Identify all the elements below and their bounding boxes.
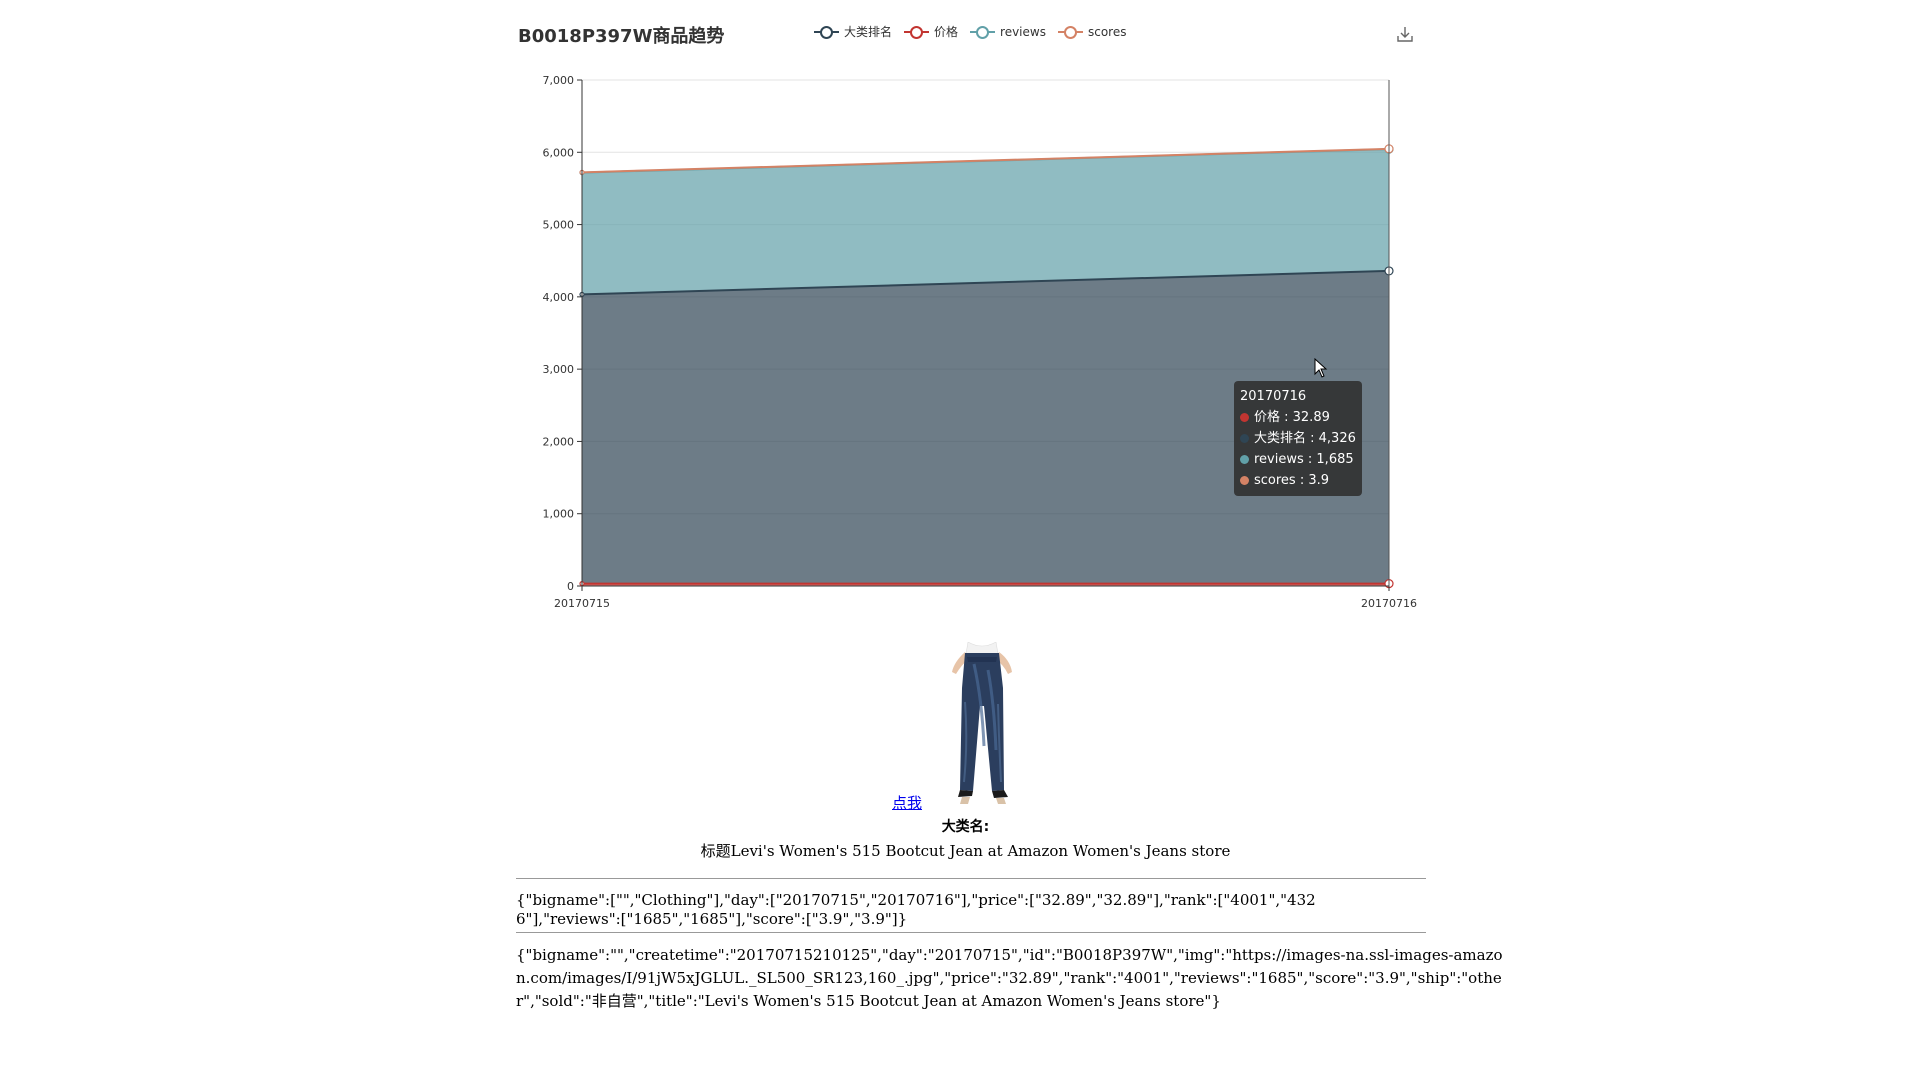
tooltip-row-rank: 大类排名 : 4,326 <box>1240 428 1356 449</box>
y-tick-label: 0 <box>567 580 574 593</box>
area-series-2 <box>582 149 1389 295</box>
tooltip-rank-dot-icon <box>1240 434 1249 443</box>
tooltip-scores-dot-icon <box>1240 476 1249 485</box>
category-label: 大类名: <box>941 819 990 835</box>
chart-plot-area: 0 1,000 2,000 3,000 4,000 5,000 6,000 7,000 2017… <box>543 74 1418 610</box>
tooltip-reviews-dot-icon <box>1240 455 1249 464</box>
tooltip-row-reviews: reviews : 1,685 <box>1240 449 1356 470</box>
tooltip-row-scores: scores : 3.9 <box>1240 470 1356 491</box>
y-tick-label: 2,000 <box>543 435 575 448</box>
x-tick-label: 20170716 <box>1361 597 1417 610</box>
product-title: 标题Levi's Women's 515 Bootcut Jean at Ama… <box>700 842 1231 860</box>
y-tick-label: 7,000 <box>543 74 575 87</box>
tooltip-row-price: 价格 : 32.89 <box>1240 407 1356 428</box>
click-me-link[interactable]: 点我 <box>892 792 922 813</box>
x-tick-label: 20170715 <box>554 597 610 610</box>
trend-chart: B0018P397W商品趋势 大类排名 价格 reviews scores 01… <box>0 0 1920 630</box>
y-tick-label: 5,000 <box>543 219 575 232</box>
chart-tooltip: 20170716 价格 : 32.89 大类排名 : 4,326 reviews… <box>1234 381 1362 496</box>
divider-1 <box>516 878 1426 879</box>
tooltip-price-dot-icon <box>1240 413 1249 422</box>
y-tick-label: 1,000 <box>543 508 575 521</box>
mouse-cursor-icon <box>1314 358 1328 378</box>
jeans-product-image <box>938 642 1026 806</box>
tooltip-date: 20170716 <box>1240 389 1307 404</box>
record-json-text: {"bigname":"","createtime":"201707152101… <box>516 946 1503 1010</box>
divider-2 <box>516 932 1426 933</box>
trend-json-text: {"bigname":["","Clothing"],"day":["20170… <box>516 891 1316 928</box>
y-tick-label: 6,000 <box>543 146 575 159</box>
y-tick-label: 4,000 <box>543 291 575 304</box>
y-tick-label: 3,000 <box>543 363 575 376</box>
